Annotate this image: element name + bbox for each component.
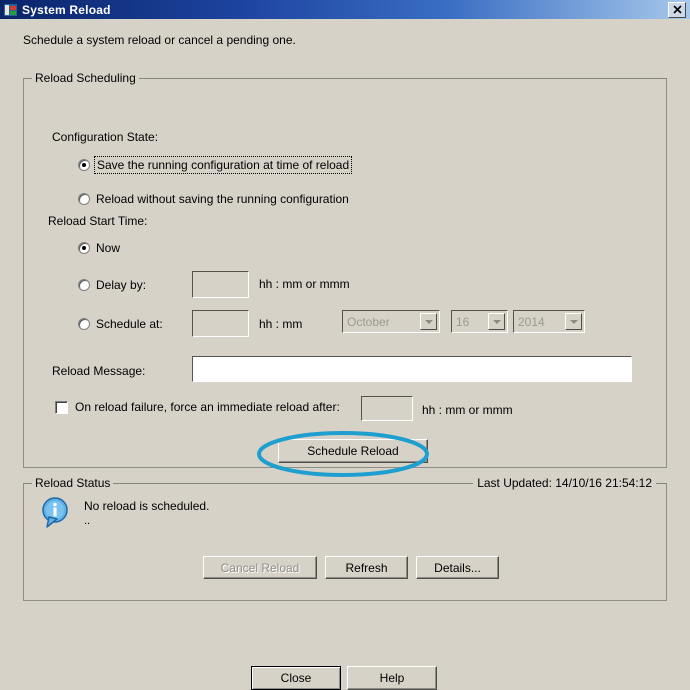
radio-start-now[interactable]: Now (78, 241, 120, 255)
close-button[interactable]: Close (251, 666, 341, 690)
radio-reload-without-saving[interactable]: Reload without saving the running config… (78, 192, 349, 206)
radio-indicator-schedule-at (78, 318, 90, 330)
details-button-label: Details... (434, 560, 481, 575)
chevron-down-icon-day[interactable] (488, 313, 505, 330)
radio-label-save-config: Save the running configuration at time o… (93, 156, 353, 174)
cancel-reload-button[interactable]: Cancel Reload (203, 556, 317, 579)
close-icon[interactable] (668, 1, 686, 18)
status-message: No reload is scheduled. (84, 499, 210, 513)
radio-label-no-save: Reload without saving the running config… (96, 192, 349, 206)
delay-by-hint: hh : mm or mmm (259, 277, 350, 291)
close-glyph (672, 5, 682, 14)
reload-status-legend: Reload Status (32, 477, 114, 489)
status-message-second-line: .. (84, 515, 91, 527)
force-reload-label: On reload failure, force an immediate re… (75, 400, 340, 414)
details-button[interactable]: Details... (416, 556, 499, 579)
force-reload-hint: hh : mm or mmm (422, 403, 513, 417)
force-reload-delay-input[interactable] (361, 396, 413, 421)
chevron-down-icon-year[interactable] (565, 313, 582, 330)
app-icon (3, 2, 18, 17)
radio-indicator-delay (78, 279, 90, 291)
radio-label-now: Now (96, 241, 121, 255)
reload-message-label: Reload Message: (52, 364, 146, 378)
day-select-value: 16 (456, 314, 470, 329)
close-button-label: Close (280, 671, 312, 685)
schedule-reload-button-label: Schedule Reload (307, 444, 399, 458)
help-button[interactable]: Help (347, 666, 437, 690)
radio-indicator-save-config (78, 159, 90, 171)
year-select-value: 2014 (518, 314, 545, 329)
refresh-button[interactable]: Refresh (325, 556, 408, 579)
reload-status-group: Reload Status Last Updated: 14/10/16 21:… (23, 477, 667, 601)
help-button-label: Help (379, 671, 405, 685)
delay-by-input[interactable] (192, 271, 249, 298)
window-title: System Reload (22, 2, 111, 17)
force-reload-checkbox-row[interactable]: On reload failure, force an immediate re… (55, 400, 340, 414)
configuration-state-label: Configuration State: (52, 130, 159, 144)
cancel-reload-button-label: Cancel Reload (220, 560, 300, 575)
radio-save-running-config[interactable]: Save the running configuration at time o… (78, 156, 353, 174)
schedule-time-input[interactable] (192, 310, 249, 337)
window-titlebar: System Reload (0, 0, 690, 19)
reload-start-time-label: Reload Start Time: (48, 214, 148, 228)
month-select-value: October (347, 314, 390, 329)
last-updated-text: Last Updated: 14/10/16 21:54:12 (473, 477, 656, 489)
intro-text: Schedule a system reload or cancel a pen… (23, 33, 296, 47)
refresh-button-label: Refresh (345, 560, 388, 575)
radio-label-delay: Delay by: (96, 278, 147, 292)
radio-delay-by[interactable]: Delay by: (78, 278, 146, 292)
day-select[interactable]: 16 (451, 310, 508, 333)
reload-scheduling-group: Reload Scheduling Configuration State: S… (23, 72, 667, 468)
reload-scheduling-legend: Reload Scheduling (32, 72, 139, 84)
reload-message-input[interactable] (192, 356, 632, 382)
chevron-down-icon-month[interactable] (420, 313, 437, 330)
radio-label-schedule-at: Schedule at: (96, 317, 163, 331)
radio-schedule-at[interactable]: Schedule at: (78, 317, 163, 331)
month-select[interactable]: October (342, 310, 440, 333)
force-reload-checkbox[interactable] (55, 400, 68, 414)
schedule-time-hint: hh : mm (259, 317, 303, 331)
info-icon (42, 497, 68, 528)
radio-indicator-no-save (78, 193, 90, 205)
radio-indicator-now (78, 242, 90, 254)
year-select[interactable]: 2014 (513, 310, 585, 333)
schedule-reload-button[interactable]: Schedule Reload (278, 439, 428, 463)
